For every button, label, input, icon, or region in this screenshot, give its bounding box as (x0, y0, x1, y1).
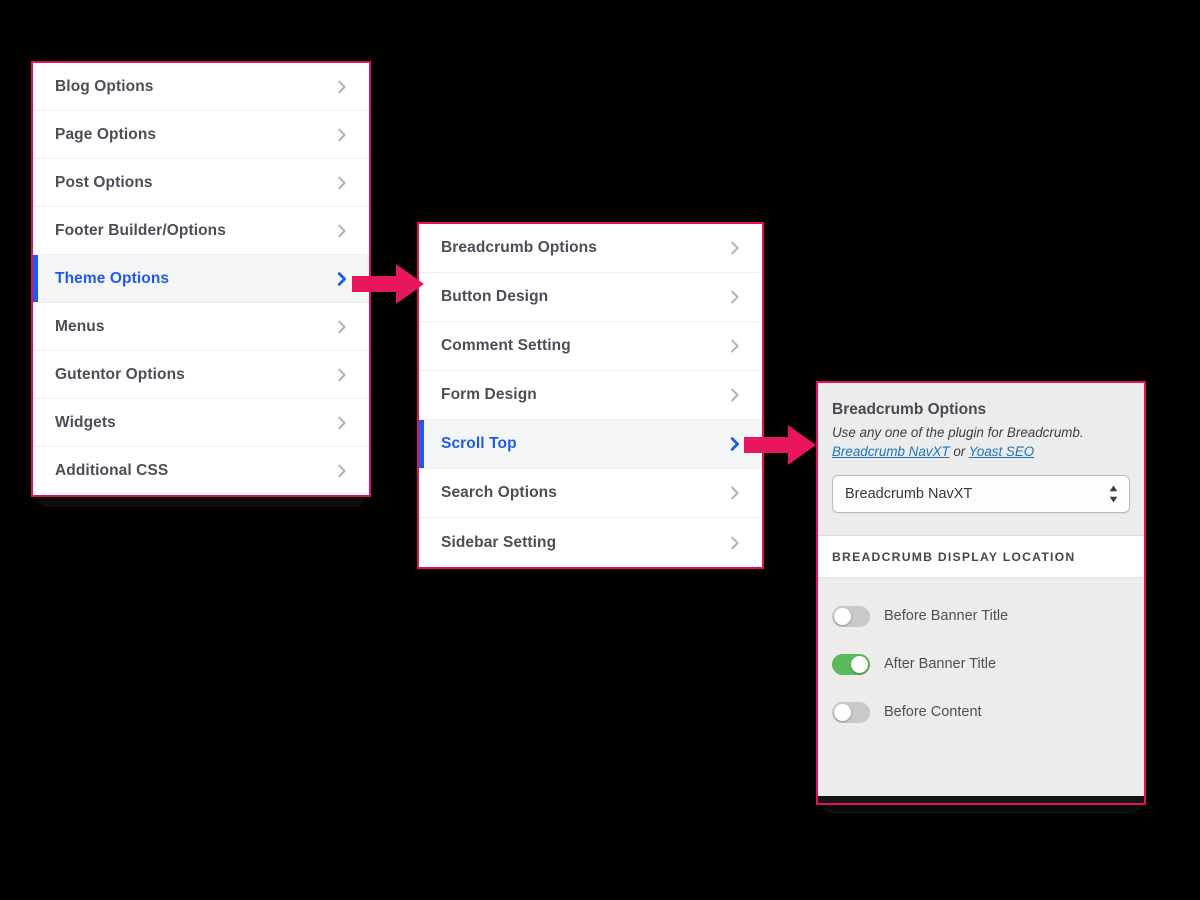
chevron-right-icon (333, 414, 351, 432)
screenshot-canvas: Blog Options Page Options Post Options F… (0, 0, 1200, 900)
chevron-right-icon (333, 222, 351, 240)
flow-arrow-icon-1 (352, 264, 424, 304)
toggle-knob-icon (851, 655, 868, 673)
chevron-right-icon (333, 462, 351, 480)
chevron-right-icon (726, 484, 744, 502)
nav-item-gutentor-options[interactable]: Gutentor Options (33, 351, 369, 399)
breadcrumb-description: Use any one of the plugin for Breadcrumb… (832, 423, 1130, 461)
toggle-row-before-content[interactable]: Before Content (832, 688, 1130, 736)
breadcrumb-plugin-select-wrapper: Breadcrumb NavXT (832, 475, 1130, 514)
toggle-label: Before Banner Title (884, 608, 1009, 625)
toggle-label: Before Content (884, 704, 982, 721)
option-item-label: Button Design (441, 288, 549, 305)
theme-options-list: Breadcrumb Options Button Design Comment… (419, 224, 762, 567)
toggle-before-content[interactable] (832, 701, 870, 723)
toggle-before-banner-title[interactable] (832, 605, 870, 627)
flow-arrow-icon-2 (744, 425, 816, 465)
nav-item-label: Post Options (55, 173, 153, 191)
chevron-right-icon (726, 534, 744, 552)
toggle-row-after-banner-title[interactable]: After Banner Title (832, 640, 1130, 688)
toggle-after-banner-title[interactable] (832, 653, 870, 675)
breadcrumb-panel-footer-bar (818, 796, 1144, 804)
option-item-label: Scroll Top (441, 435, 517, 452)
chevron-right-icon (726, 337, 744, 355)
option-item-label: Form Design (441, 386, 537, 403)
nav-item-label: Blog Options (55, 77, 154, 95)
toggle-knob-icon (834, 703, 851, 721)
nav-item-page-options[interactable]: Page Options (33, 111, 369, 159)
breadcrumb-navxt-link[interactable]: Breadcrumb NavXT (832, 444, 950, 459)
option-item-label: Comment Setting (441, 337, 571, 354)
option-item-form-design[interactable]: Form Design (419, 371, 762, 420)
option-item-scroll-top[interactable]: Scroll Top (419, 420, 762, 469)
nav-item-label: Theme Options (55, 269, 170, 287)
chevron-right-icon (333, 174, 351, 192)
chevron-right-icon (726, 288, 744, 306)
breadcrumb-display-location-toggles: Before Banner Title After Banner Title B… (818, 578, 1144, 797)
breadcrumb-plugin-select-value: Breadcrumb NavXT (845, 486, 973, 503)
nav-item-label: Page Options (55, 125, 157, 143)
theme-nav-list: Blog Options Page Options Post Options F… (33, 63, 369, 495)
chevron-right-icon (333, 126, 351, 144)
toggle-label: After Banner Title (884, 656, 997, 673)
nav-item-label: Widgets (55, 413, 116, 431)
nav-item-footer-builder-options[interactable]: Footer Builder/Options (33, 207, 369, 255)
nav-item-post-options[interactable]: Post Options (33, 159, 369, 207)
theme-nav-panel: Blog Options Page Options Post Options F… (31, 61, 371, 497)
chevron-right-icon (333, 318, 351, 336)
nav-item-theme-options[interactable]: Theme Options (33, 255, 369, 303)
nav-item-widgets[interactable]: Widgets (33, 399, 369, 447)
breadcrumb-display-location-header: BREADCRUMB DISPLAY LOCATION (818, 535, 1144, 579)
nav-item-blog-options[interactable]: Blog Options (33, 63, 369, 111)
yoast-seo-link[interactable]: Yoast SEO (969, 444, 1035, 459)
panel-shadow-breadcrumb (822, 805, 1140, 814)
option-item-sidebar-setting[interactable]: Sidebar Setting (419, 518, 762, 567)
chevron-right-icon (333, 270, 351, 288)
option-item-label: Sidebar Setting (441, 533, 557, 551)
chevron-right-icon (726, 435, 744, 453)
theme-options-panel: Breadcrumb Options Button Design Comment… (417, 222, 764, 569)
nav-item-label: Additional CSS (55, 462, 169, 479)
nav-item-menus[interactable]: Menus (33, 303, 369, 351)
breadcrumb-plugin-select[interactable]: Breadcrumb NavXT (832, 475, 1130, 514)
toggle-knob-icon (834, 607, 851, 625)
chevron-right-icon (726, 386, 744, 404)
nav-item-label: Gutentor Options (55, 365, 185, 383)
panel-shadow-theme-nav (37, 498, 365, 507)
toggle-row-before-banner-title[interactable]: Before Banner Title (832, 592, 1130, 640)
nav-item-label: Footer Builder/Options (55, 221, 226, 239)
option-item-label: Breadcrumb Options (441, 239, 597, 256)
breadcrumb-options-panel: Breadcrumb Options Use any one of the pl… (816, 381, 1146, 806)
chevron-right-icon (726, 239, 744, 257)
option-item-label: Search Options (441, 484, 557, 501)
nav-item-additional-css[interactable]: Additional CSS (33, 447, 369, 495)
chevron-right-icon (333, 366, 351, 384)
option-item-button-design[interactable]: Button Design (419, 273, 762, 322)
option-item-comment-setting[interactable]: Comment Setting (419, 322, 762, 371)
option-item-breadcrumb-options[interactable]: Breadcrumb Options (419, 224, 762, 273)
option-item-search-options[interactable]: Search Options (419, 469, 762, 518)
breadcrumb-description-text: Use any one of the plugin for Breadcrumb… (832, 425, 1084, 440)
breadcrumb-panel-title: Breadcrumb Options (832, 401, 987, 418)
chevron-right-icon (333, 78, 351, 96)
nav-item-label: Menus (55, 317, 105, 335)
breadcrumb-link-conjunction: or (949, 444, 969, 460)
breadcrumb-intro-section: Breadcrumb Options Use any one of the pl… (818, 383, 1144, 536)
